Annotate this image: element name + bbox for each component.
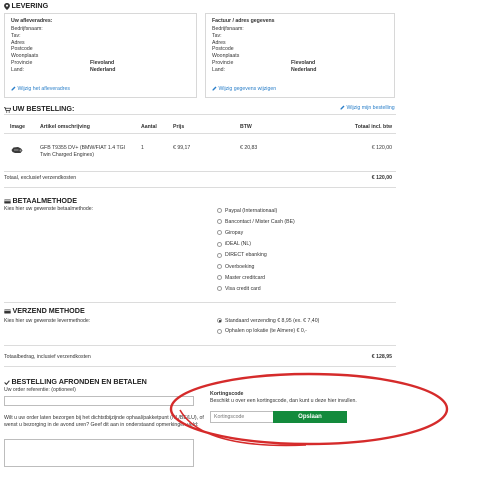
annotation-ellipse: [169, 372, 449, 447]
